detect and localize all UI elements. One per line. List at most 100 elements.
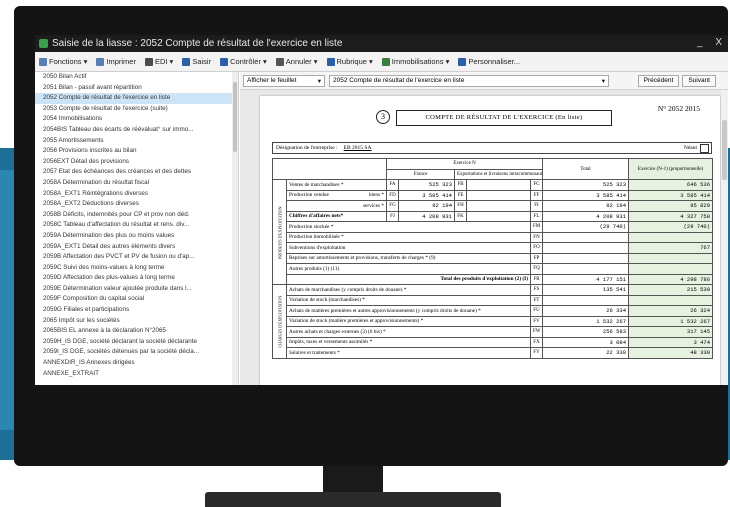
- prev-value-field: 767: [628, 242, 714, 254]
- toolbar-button-label: Contrôler ▾: [230, 57, 267, 66]
- sidebar-item[interactable]: 2056EXT Détail des provisions: [35, 157, 238, 168]
- export-value-field[interactable]: [466, 210, 531, 222]
- toolbar-button-label: Imprimer: [106, 57, 136, 66]
- form-content: Afficher le feuillet ▾ 2052 Compte de ré…: [240, 72, 728, 385]
- sidebar-item[interactable]: 2058C Tableau d'affectation du résultat …: [35, 220, 238, 231]
- sidebar-item[interactable]: 2051 Bilan - passif avant répartition: [35, 83, 238, 94]
- row-label-text: Production vendue: [289, 192, 329, 199]
- sidebar-item[interactable]: ANNEXDIR_IS Annexes dirigées: [35, 358, 238, 369]
- sidebar-item[interactable]: 2054BIS Tableau des écarts de réévaluat°…: [35, 125, 238, 136]
- table-row: PRODUITS D'EXPLOITATION Ventes de marchan…: [272, 179, 714, 285]
- sidebar-item[interactable]: 2065 Impôt sur les sociétés: [35, 316, 238, 327]
- sidebar-item[interactable]: 2065BIS EL annexe à la déclaration N°206…: [35, 326, 238, 337]
- total-value-field[interactable]: 92 194: [542, 200, 630, 212]
- sidebar-item[interactable]: 2058A_EXT2 Déductions diverses: [35, 199, 238, 210]
- row-label: Autres achats et charges externes (3) (6…: [286, 326, 531, 338]
- total-value-field[interactable]: 22 330: [542, 347, 630, 359]
- table-row: Salaires et traitements * FY 22 330 48 330: [273, 347, 714, 359]
- total-value-field[interactable]: [542, 242, 630, 254]
- sidebar-item[interactable]: 2058A Détermination du résultat fiscal: [35, 178, 238, 189]
- sidebar-item[interactable]: 2059B Affectation des PVCT et PV de fusi…: [35, 252, 238, 263]
- total-value-field[interactable]: 3 084: [542, 336, 630, 348]
- sidebar-item[interactable]: 2059E Détermination valeur ajoutée produ…: [35, 284, 238, 295]
- sidebar-item[interactable]: 2059G Filiales et participations: [35, 305, 238, 316]
- france-value-field[interactable]: 3 585 414: [398, 189, 455, 201]
- sidebar-item[interactable]: ANNEXE_EXTRAIT: [35, 369, 238, 380]
- total-value-field[interactable]: 3 585 414: [542, 189, 630, 201]
- export-value-field[interactable]: [466, 200, 531, 212]
- sidebar-item[interactable]: 2056 Provisions inscrites au bilan: [35, 146, 238, 157]
- total-value-field[interactable]: 135 541: [542, 284, 630, 296]
- neant-checkbox[interactable]: [700, 144, 709, 153]
- form-scrollbar[interactable]: [721, 90, 728, 385]
- total-value-field[interactable]: [542, 252, 630, 264]
- row-label: Salaires et traitements *: [286, 347, 531, 359]
- sheet-select[interactable]: Afficher le feuillet ▾: [243, 74, 325, 87]
- prev-value-field: 4 298 786: [628, 273, 714, 285]
- row-label: Achats de matières premières et autres a…: [286, 305, 531, 317]
- window-titlebar: Saisie de la liasse : 2052 Compte de rés…: [35, 35, 728, 52]
- prev-button[interactable]: Précédent: [637, 74, 680, 87]
- list-icon: [326, 57, 335, 66]
- sidebar-item[interactable]: 2059A Détermination des plus ou moins va…: [35, 231, 238, 242]
- total-value-field[interactable]: 4 208 931: [542, 210, 630, 222]
- total-value-field[interactable]: [542, 231, 630, 243]
- france-value-field[interactable]: 92 194: [398, 200, 455, 212]
- sheet-select-label: Afficher le feuillet: [247, 77, 297, 84]
- next-button[interactable]: Suivant: [682, 74, 716, 87]
- close-button[interactable]: X: [715, 37, 722, 48]
- total-value-field[interactable]: (29 740): [542, 221, 630, 233]
- prev-value-field: (29 740): [628, 221, 714, 233]
- sidebar-scroll-thumb[interactable]: [233, 82, 237, 152]
- prev-value-field: 3 585 414: [628, 189, 714, 201]
- france-value-field[interactable]: 4 208 931: [398, 210, 455, 222]
- total-value-field[interactable]: 1 532 267: [542, 315, 630, 327]
- toolbar-button-0[interactable]: Fonctions ▾: [39, 57, 87, 66]
- table-row: Production vendue biens * FD 3 585 414 FE FF 3…: [273, 189, 714, 201]
- sidebar-item[interactable]: 2059A_EXT1 Détail des autres éléments di…: [35, 242, 238, 253]
- sidebar-item[interactable]: 2059I_IS DGE, sociétés détenues par la s…: [35, 347, 238, 358]
- toolbar-button-6[interactable]: Rubrique ▾: [326, 57, 373, 66]
- toolbar-button-1[interactable]: Imprimer: [96, 57, 136, 66]
- sidebar-item[interactable]: 2050 Bilan Actif: [35, 72, 238, 83]
- total-value-field[interactable]: [542, 263, 630, 275]
- toolbar-button-4[interactable]: Contrôler ▾: [220, 57, 267, 66]
- export-value-field[interactable]: [466, 189, 531, 201]
- form-select[interactable]: 2052 Compte de résultat de l'exercice en…: [329, 74, 609, 87]
- row-code: FX: [529, 336, 544, 348]
- toolbar-button-2[interactable]: EDI ▾: [144, 57, 173, 66]
- total-value-field[interactable]: 26 334: [542, 305, 630, 317]
- row-label: Ventes de marchandises *: [286, 179, 387, 191]
- sidebar-item[interactable]: 2058B Déficits, indemnités pour CP et pr…: [35, 210, 238, 221]
- designation-value[interactable]: EB 2015 SA: [344, 145, 372, 151]
- sidebar-item[interactable]: 2058A_EXT1 Réintégrations diverses: [35, 189, 238, 200]
- sidebar-item[interactable]: 2053 Compte de résultat de l'exercice (s…: [35, 104, 238, 115]
- form-list-sidebar: 2050 Bilan Actif 2051 Bilan - passif avan…: [35, 72, 239, 385]
- table-row: Autres achats et charges externes (3) (6…: [273, 326, 714, 338]
- toolbar-button-3[interactable]: Saisir: [182, 57, 211, 66]
- sidebar-item[interactable]: 2057 Etat des échéances des créances et …: [35, 167, 238, 178]
- sidebar-item[interactable]: 2059F Composition du capital social: [35, 294, 238, 305]
- sidebar-item[interactable]: 2052 Compte de résultat de l'exercice en…: [35, 93, 238, 104]
- total-value-field[interactable]: 4 177 151: [542, 273, 630, 285]
- toolbar-button-5[interactable]: Annuler ▾: [275, 57, 318, 66]
- row-code: FG: [386, 200, 399, 212]
- export-value-field[interactable]: [466, 179, 531, 191]
- toolbar-button-7[interactable]: Immobilisations ▾: [381, 57, 449, 66]
- total-value-field[interactable]: [542, 294, 630, 306]
- sidebar-scrollbar[interactable]: [232, 72, 238, 385]
- prev-value-field: 646 536: [628, 179, 714, 191]
- toolbar-button-8[interactable]: Personnaliser...: [458, 57, 520, 66]
- sidebar-item[interactable]: 2059H_IS DGE, société déclarant la socié…: [35, 337, 238, 348]
- minimize-button[interactable]: _: [697, 37, 703, 48]
- form-scroll-thumb[interactable]: [722, 120, 727, 180]
- sidebar-item[interactable]: 2054 Immobilisations: [35, 114, 238, 125]
- total-value-field[interactable]: 525 323: [542, 179, 630, 191]
- sidebar-item[interactable]: 2059D Affectation des plus-values à long…: [35, 273, 238, 284]
- sidebar-item[interactable]: 2055 Amortissements: [35, 136, 238, 147]
- total-value-field[interactable]: 256 583: [542, 326, 630, 338]
- row-label: Variation de stock (matière premières et…: [286, 315, 531, 327]
- row-code: FA: [386, 179, 399, 191]
- sidebar-item[interactable]: 2059C Suivi des moins-values à long term…: [35, 263, 238, 274]
- france-value-field[interactable]: 525 323: [398, 179, 455, 191]
